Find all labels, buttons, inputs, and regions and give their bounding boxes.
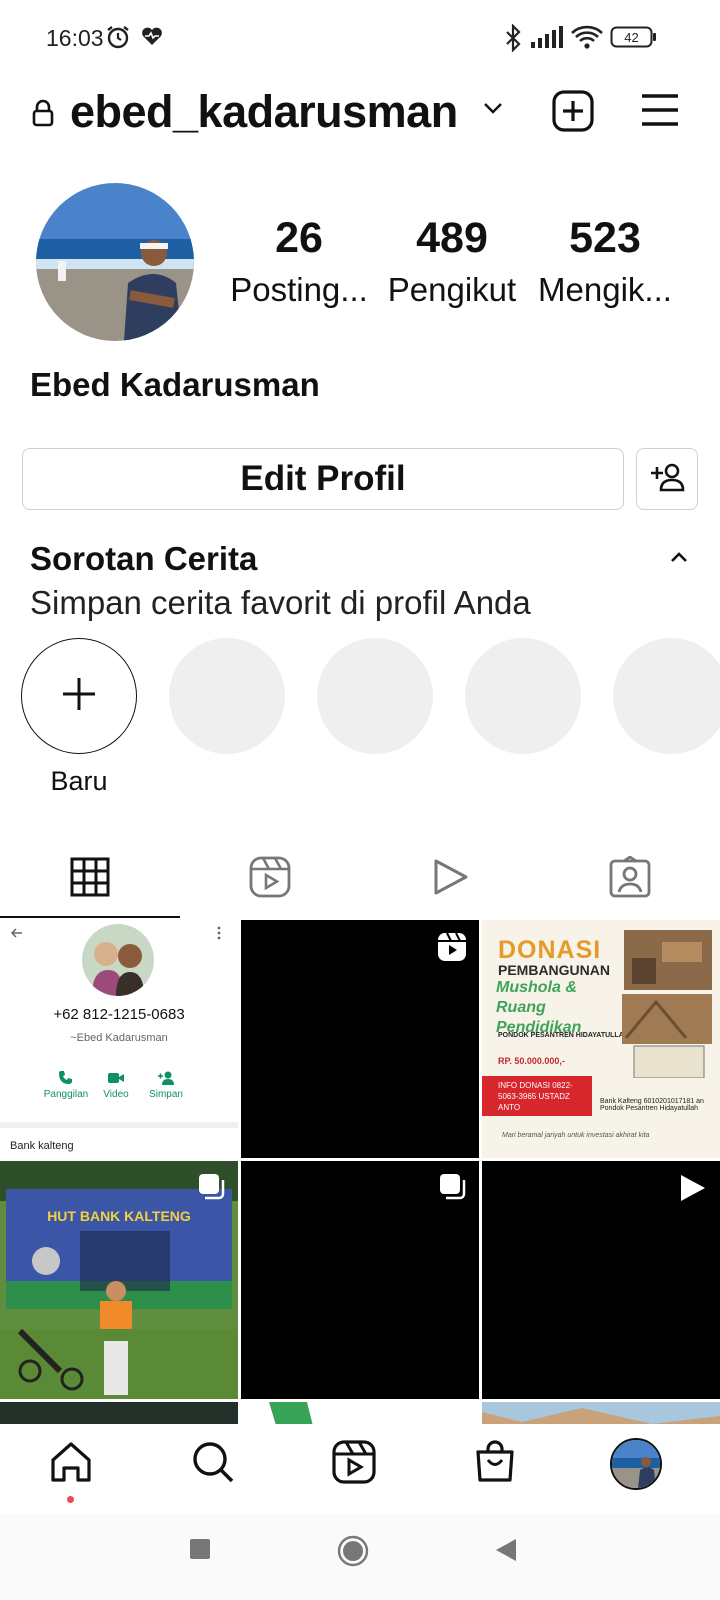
new-highlight-label: Baru xyxy=(50,766,108,796)
play-icon xyxy=(678,1173,708,1208)
notification-dot xyxy=(67,1496,74,1503)
highlight-placeholder xyxy=(465,638,581,754)
stat-posts-label: Posting... xyxy=(230,271,368,308)
tab-video[interactable] xyxy=(360,838,540,920)
post-thumbnail-contact[interactable]: +62 812-1215-0683 ~Ebed Kadarusman Pangg… xyxy=(0,920,238,1158)
contact-name: ~Ebed Kadarusman xyxy=(70,1032,168,1044)
bottom-nav xyxy=(0,1424,720,1514)
grid-icon xyxy=(70,857,110,902)
signal-icon xyxy=(530,24,564,55)
bluetooth-icon xyxy=(503,23,523,57)
discover-people-button[interactable] xyxy=(636,448,698,510)
lock-icon xyxy=(32,98,54,133)
donation-title: DONASI xyxy=(498,936,602,964)
contact-phone: +62 812-1215-0683 xyxy=(53,1006,185,1023)
status-time: 16:03 xyxy=(46,25,104,51)
new-highlight-button[interactable] xyxy=(21,638,137,754)
reels-icon xyxy=(332,1439,376,1489)
stat-posts-value: 26 xyxy=(275,214,323,262)
back-arrow-icon xyxy=(10,928,22,938)
battery-level: 42 xyxy=(624,30,638,45)
highlights-title: Sorotan Cerita xyxy=(30,540,258,577)
stat-following[interactable]: 523 Mengik... xyxy=(530,214,680,309)
new-post-icon[interactable] xyxy=(552,90,594,137)
stat-following-value: 523 xyxy=(569,214,641,262)
chevron-up-icon[interactable] xyxy=(670,550,688,568)
tab-grid[interactable] xyxy=(0,838,180,920)
carousel-icon xyxy=(198,1173,226,1206)
profile-avatar xyxy=(610,1438,662,1490)
highlight-placeholder xyxy=(169,638,285,754)
edit-profile-button[interactable]: Edit Profil xyxy=(22,448,624,510)
nav-shop[interactable] xyxy=(465,1434,525,1494)
post-thumbnail-golf[interactable]: HUT BANK KALTENG xyxy=(0,1161,238,1399)
heart-monitor-icon xyxy=(140,24,164,53)
nav-reels[interactable] xyxy=(324,1434,384,1494)
donation-org: PONDOK PESANTREN HIDAYATULLAH xyxy=(498,1032,629,1039)
back-button-icon[interactable] xyxy=(495,1538,517,1567)
post-thumbnail-donation[interactable]: DONASI PEMBANGUNAN Mushola & Ruang Pendi… xyxy=(482,920,720,1158)
add-person-icon xyxy=(649,462,685,497)
profile-header: ebed_kadarusman xyxy=(0,80,720,152)
wifi-icon xyxy=(570,24,604,55)
search-icon xyxy=(191,1440,235,1489)
contact-action-save: Simpan xyxy=(136,1070,196,1100)
donation-amount: RP. 50.000.000,- xyxy=(498,1056,565,1066)
contact-footer: Bank kalteng xyxy=(10,1140,74,1152)
nav-search[interactable] xyxy=(183,1434,243,1494)
highlight-placeholder xyxy=(613,638,720,754)
menu-icon[interactable] xyxy=(640,92,680,133)
post-thumbnail-carousel[interactable] xyxy=(241,1161,479,1399)
post-thumbnail-reel[interactable] xyxy=(241,920,479,1158)
video-call-icon xyxy=(108,1073,124,1083)
highlights-subtitle: Simpan cerita favorit di profil Anda xyxy=(30,584,531,621)
status-bar: 16:03 42 xyxy=(0,0,720,80)
home-icon xyxy=(49,1440,93,1489)
active-tab-indicator xyxy=(0,916,180,918)
donation-subtitle: PEMBANGUNAN xyxy=(498,962,610,978)
carousel-icon xyxy=(439,1173,467,1206)
alarm-icon xyxy=(105,24,131,55)
system-navigation-bar xyxy=(0,1514,720,1600)
nav-home[interactable] xyxy=(41,1434,101,1494)
donation-heading: Mushola & Ruang Pendidikan xyxy=(496,979,582,1036)
donation-footer: Mari beramal jariyah untuk investasi akh… xyxy=(502,1132,650,1139)
plus-icon xyxy=(61,676,97,717)
stat-followers[interactable]: 489 Pengikut xyxy=(377,214,527,309)
donation-info: INFO DONASI 0822-5063-3965 USTADZ ANTO xyxy=(482,1076,592,1116)
shop-icon xyxy=(474,1439,516,1489)
stat-followers-value: 489 xyxy=(416,214,488,262)
reels-icon xyxy=(249,856,291,903)
full-name: Ebed Kadarusman xyxy=(30,366,320,403)
profile-avatar[interactable] xyxy=(36,183,194,341)
post-grid: +62 812-1215-0683 ~Ebed Kadarusman Pangg… xyxy=(0,920,720,1430)
stat-followers-label: Pengikut xyxy=(387,271,517,308)
battery-icon: 42 xyxy=(610,24,658,55)
nav-profile[interactable] xyxy=(606,1434,666,1494)
video-icon xyxy=(430,857,470,902)
highlight-placeholder xyxy=(317,638,433,754)
reel-badge-icon xyxy=(437,932,467,967)
tagged-icon xyxy=(609,854,651,903)
phone-icon xyxy=(59,1071,72,1084)
stat-posts[interactable]: 26 Posting... xyxy=(224,214,374,309)
profile-tabs xyxy=(0,838,720,920)
stat-following-label: Mengik... xyxy=(538,271,672,308)
home-button-icon[interactable] xyxy=(337,1535,369,1572)
svg-text:HUT BANK KALTENG: HUT BANK KALTENG xyxy=(47,1208,191,1224)
donation-bank: Bank Kalteng 6010201017181 an Pondok Pes… xyxy=(600,1098,704,1112)
add-contact-icon xyxy=(158,1071,174,1085)
more-icon xyxy=(217,926,221,940)
contact-photo xyxy=(82,924,154,996)
building-photos xyxy=(622,930,712,1078)
post-thumbnail-video[interactable] xyxy=(482,1161,720,1399)
recents-button-icon[interactable] xyxy=(189,1538,211,1565)
username[interactable]: ebed_kadarusman xyxy=(70,86,458,138)
tab-reels[interactable] xyxy=(180,838,360,920)
tab-tagged[interactable] xyxy=(540,838,720,920)
chevron-down-icon[interactable] xyxy=(482,100,504,121)
